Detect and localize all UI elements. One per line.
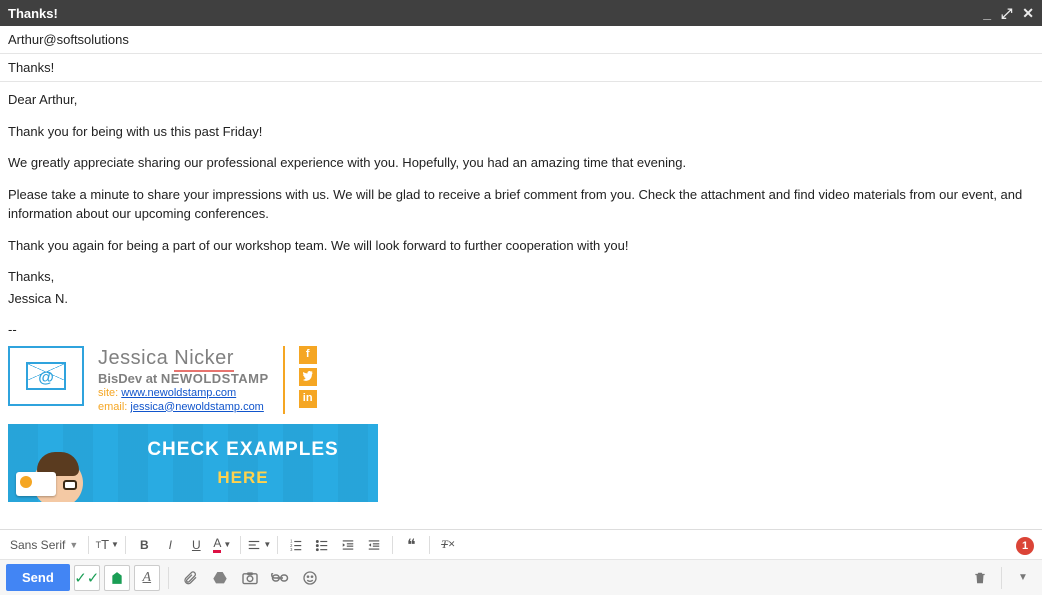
- signature-text: Jessica Nicker BisDev at NEWOLDSTAMP sit…: [98, 346, 269, 415]
- banner-text: CHECK EXAMPLES HERE: [108, 436, 378, 490]
- text-color-button[interactable]: A▼: [210, 534, 234, 556]
- signature-email-link[interactable]: jessica@newoldstamp.com: [130, 401, 263, 413]
- body-greeting: Dear Arthur,: [8, 90, 1034, 110]
- body-p3: Please take a minute to share your impre…: [8, 185, 1034, 224]
- expand-icon[interactable]: ⤢: [1001, 6, 1012, 20]
- message-body[interactable]: Dear Arthur, Thank you for being with us…: [0, 82, 1042, 532]
- minimize-icon[interactable]: _: [983, 6, 991, 20]
- body-thanks: Thanks,: [8, 267, 1034, 287]
- discard-draft-icon[interactable]: [967, 565, 993, 591]
- signature-divider: [283, 346, 285, 415]
- more-options-icon[interactable]: ▼: [1010, 565, 1036, 591]
- insert-emoji-icon[interactable]: [297, 565, 323, 591]
- twitter-icon[interactable]: [299, 368, 317, 386]
- facebook-icon[interactable]: f: [299, 346, 317, 364]
- bold-button[interactable]: B: [132, 534, 156, 556]
- insert-photo-icon[interactable]: [237, 565, 263, 591]
- template-icon[interactable]: [104, 565, 130, 591]
- bulleted-list-button[interactable]: [310, 534, 334, 556]
- signature-site-link[interactable]: www.newoldstamp.com: [121, 387, 236, 399]
- indent-more-button[interactable]: [362, 534, 386, 556]
- align-button[interactable]: ▼: [247, 534, 271, 556]
- spellcheck-icon[interactable]: ✓✓: [74, 565, 100, 591]
- window-title: Thanks!: [8, 6, 58, 21]
- quote-button[interactable]: ❝: [399, 534, 423, 556]
- font-size-button[interactable]: TT▼: [95, 534, 119, 556]
- compose-action-bar: Send ✓✓ A ▼: [0, 559, 1042, 595]
- remove-formatting-button[interactable]: T✕: [436, 534, 460, 556]
- to-field[interactable]: Arthur@softsolutions: [0, 26, 1042, 54]
- notification-badge[interactable]: 1: [1016, 537, 1034, 555]
- toolbar-divider: [88, 536, 89, 554]
- body-p1: Thank you for being with us this past Fr…: [8, 122, 1034, 142]
- send-button[interactable]: Send: [6, 564, 70, 591]
- close-icon[interactable]: ✕: [1022, 6, 1034, 20]
- subject-field[interactable]: Thanks!: [0, 54, 1042, 82]
- signature-site: site: www.newoldstamp.com: [98, 387, 269, 401]
- numbered-list-button[interactable]: 123: [284, 534, 308, 556]
- body-sender: Jessica N.: [8, 289, 1034, 309]
- signature-email: email: jessica@newoldstamp.com: [98, 401, 269, 415]
- svg-text:3: 3: [290, 546, 293, 551]
- linkedin-icon[interactable]: in: [299, 390, 317, 408]
- font-family-picker[interactable]: Sans Serif ▼: [6, 536, 82, 554]
- insert-link-icon[interactable]: [267, 565, 293, 591]
- insert-drive-icon[interactable]: [207, 565, 233, 591]
- compose-titlebar: Thanks! _ ⤢ ✕: [0, 0, 1042, 26]
- promo-banner[interactable]: CHECK EXAMPLES HERE: [8, 424, 378, 502]
- subject-text[interactable]: Thanks!: [8, 60, 54, 75]
- body-p4: Thank you again for being a part of our …: [8, 236, 1034, 256]
- window-controls: _ ⤢ ✕: [983, 6, 1034, 20]
- attach-file-icon[interactable]: [177, 565, 203, 591]
- signature-logo: @: [8, 346, 84, 406]
- signature-name: Jessica Nicker: [98, 346, 269, 371]
- envelope-icon: @: [26, 362, 66, 390]
- signature-block: @ Jessica Nicker BisDev at NEWOLDSTAMP s…: [8, 346, 1034, 415]
- italic-button[interactable]: I: [158, 534, 182, 556]
- recipient-chip[interactable]: Arthur@softsolutions: [8, 32, 129, 47]
- signature-role: BisDev at NEWOLDSTAMP: [98, 371, 269, 387]
- signature-separator: --: [8, 320, 1034, 340]
- formatting-toggle-button[interactable]: A: [134, 565, 160, 591]
- banner-avatar: [8, 424, 108, 502]
- formatting-toolbar: Sans Serif ▼ TT▼ B I U A▼ ▼ 123 ❝ T✕: [0, 529, 1042, 559]
- underline-button[interactable]: U: [184, 534, 208, 556]
- signature-social: f in: [299, 346, 317, 408]
- indent-less-button[interactable]: [336, 534, 360, 556]
- body-p2: We greatly appreciate sharing our profes…: [8, 153, 1034, 173]
